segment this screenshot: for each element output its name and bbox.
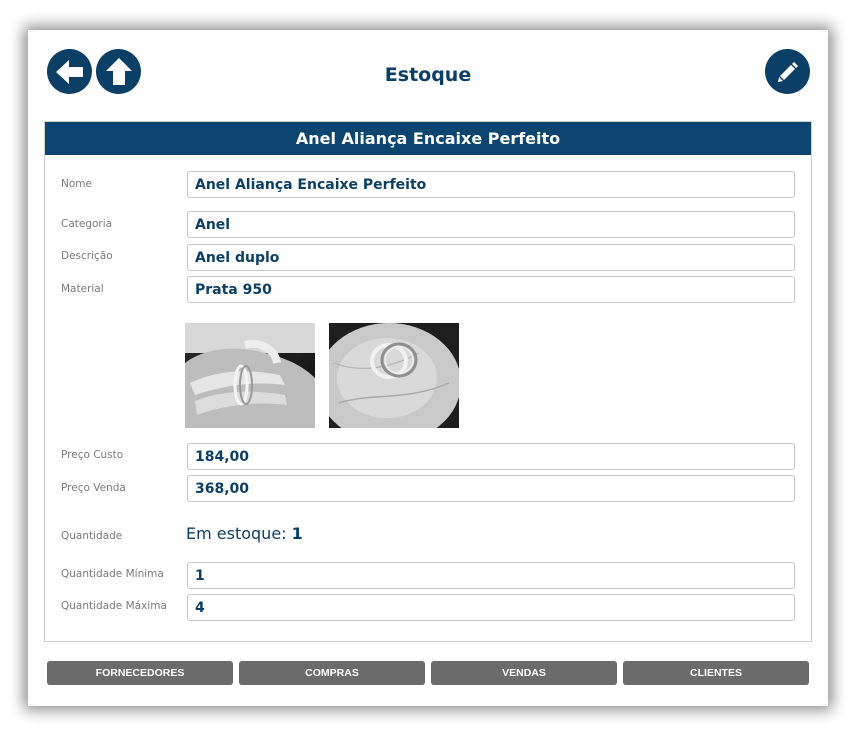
product-heading: Anel Aliança Encaixe Perfeito bbox=[45, 122, 811, 155]
product-photo-hand[interactable] bbox=[185, 323, 315, 428]
preco-custo-label: Preço Custo bbox=[61, 449, 124, 461]
nome-label: Nome bbox=[61, 178, 92, 190]
product-photo-palm[interactable] bbox=[329, 323, 459, 428]
compras-button[interactable]: COMPRAS bbox=[239, 661, 425, 685]
clientes-button[interactable]: CLIENTES bbox=[623, 661, 809, 685]
preco-venda-field[interactable]: 368,00 bbox=[187, 475, 795, 502]
page-title: Estoque bbox=[384, 64, 472, 86]
stock-status: Em estoque: 1 bbox=[186, 524, 303, 543]
categoria-field[interactable]: Anel bbox=[187, 211, 795, 238]
nome-field[interactable]: Anel Aliança Encaixe Perfeito bbox=[187, 171, 795, 198]
app-window: Estoque Anel Aliança Encaixe Perfeito No… bbox=[28, 30, 828, 706]
edit-button[interactable] bbox=[765, 49, 810, 94]
preco-venda-label: Preço Venda bbox=[61, 482, 126, 494]
stock-prefix: Em estoque: bbox=[186, 524, 287, 543]
quantidade-minima-field[interactable]: 1 bbox=[187, 562, 795, 589]
stock-value: 1 bbox=[291, 524, 303, 543]
material-label: Material bbox=[61, 283, 104, 295]
descricao-label: Descrição bbox=[61, 250, 113, 262]
quantidade-maxima-label: Quantidade Máxima bbox=[61, 600, 167, 612]
categoria-label: Categoria bbox=[61, 218, 113, 230]
fornecedores-button[interactable]: FORNECEDORES bbox=[47, 661, 233, 685]
quantidade-label: Quantidade bbox=[61, 530, 123, 542]
quantidade-minima-label: Quantidade Mínima bbox=[61, 568, 164, 580]
quantidade-maxima-field[interactable]: 4 bbox=[187, 594, 795, 621]
vendas-button[interactable]: VENDAS bbox=[431, 661, 617, 685]
product-card: Anel Aliança Encaixe Perfeito Nome Anel … bbox=[44, 121, 812, 642]
material-field[interactable]: Prata 950 bbox=[187, 276, 795, 303]
preco-custo-field[interactable]: 184,00 bbox=[187, 443, 795, 470]
descricao-field[interactable]: Anel duplo bbox=[187, 244, 795, 271]
pencil-icon bbox=[777, 61, 798, 82]
